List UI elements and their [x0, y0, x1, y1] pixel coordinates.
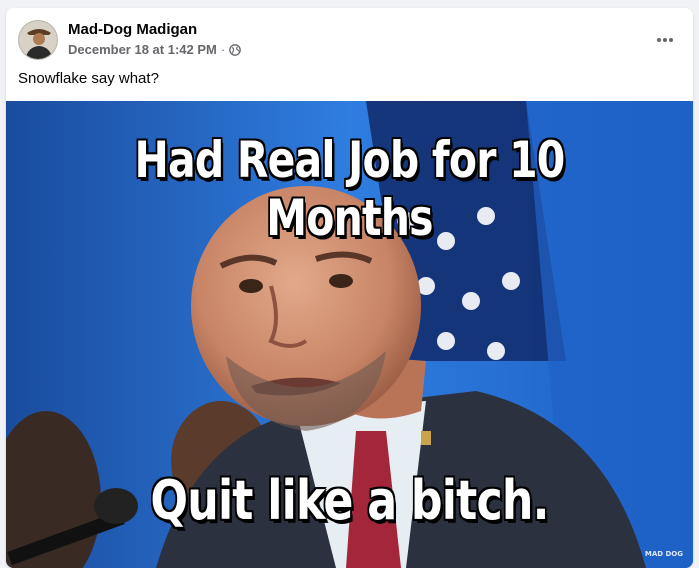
post-meta: December 18 at 1:42 PM · [68, 42, 242, 57]
more-options-button[interactable] [649, 24, 681, 56]
meme-top-text: Had Real Job for 10 Months [134, 131, 565, 247]
post-card: Mad-Dog Madigan December 18 at 1:42 PM ·… [6, 8, 693, 568]
more-options-icon [657, 38, 673, 42]
post-header: Mad-Dog Madigan December 18 at 1:42 PM · [18, 20, 681, 60]
globe-icon[interactable] [229, 43, 242, 56]
image-watermark: MAD DOG [644, 550, 683, 558]
avatar-image [19, 21, 57, 59]
meta-separator: · [220, 42, 226, 57]
author-name[interactable]: Mad-Dog Madigan [68, 21, 197, 38]
post-image[interactable]: Had Real Job for 10 Months Quit like a b… [6, 101, 693, 568]
meme-bottom-text: Quit like a bitch. [150, 469, 549, 532]
post-caption: Snowflake say what? [18, 70, 159, 87]
post-timestamp[interactable]: December 18 at 1:42 PM [68, 42, 217, 57]
author-avatar[interactable] [18, 20, 58, 60]
